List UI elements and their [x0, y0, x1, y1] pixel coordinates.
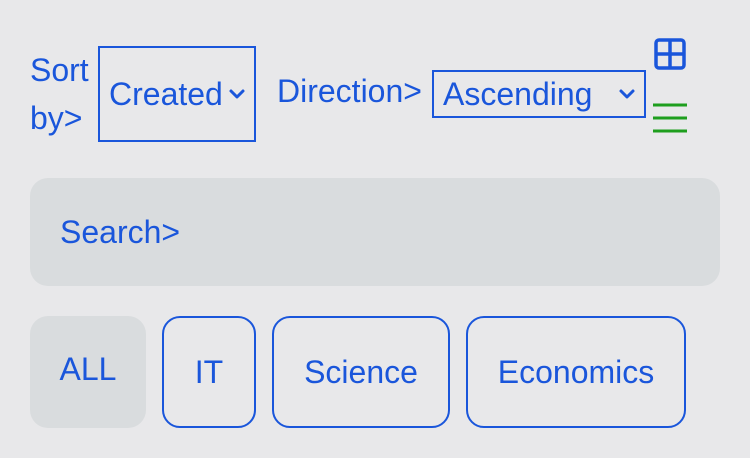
sort-select-value: Created: [109, 75, 223, 112]
chevron-down-icon: [619, 89, 635, 99]
grid-icon[interactable]: [654, 38, 686, 70]
search-label: Search>: [60, 213, 181, 250]
sort-by-label: Sort by>: [30, 52, 89, 136]
list-icon[interactable]: [652, 102, 688, 134]
chevron-down-icon: [229, 89, 245, 99]
page: Sort by> Created Direction> Ascending Se…: [0, 0, 750, 458]
filter-chip-all[interactable]: ALL: [30, 316, 146, 428]
filter-chip-economics[interactable]: Economics: [466, 316, 686, 428]
search-input[interactable]: Search>: [30, 178, 720, 286]
direction-select-value: Ascending: [443, 75, 593, 112]
direction-label: Direction>: [277, 73, 422, 109]
filter-chip-it[interactable]: IT: [162, 316, 256, 428]
filter-chip-science[interactable]: Science: [272, 316, 450, 428]
sort-select[interactable]: Created: [98, 46, 256, 142]
direction-select[interactable]: Ascending: [432, 70, 646, 118]
